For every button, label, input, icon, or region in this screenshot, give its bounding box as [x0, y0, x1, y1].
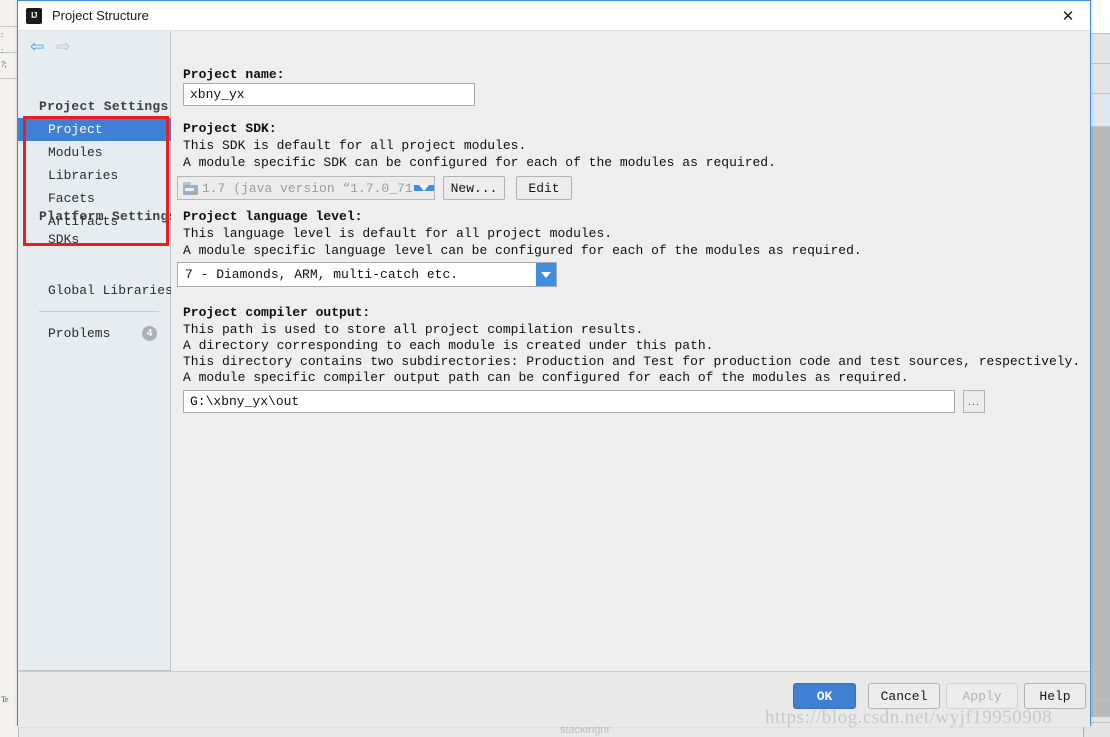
edit-sdk-button[interactable]: Edit [516, 176, 572, 200]
sidebar-item-global-libraries[interactable]: Global Libraries [18, 279, 173, 302]
arrow-right-icon[interactable]: ⇨ [56, 39, 70, 56]
jdk-icon [183, 181, 198, 195]
compiler-output-label: Project compiler output: [183, 305, 371, 320]
dialog-footer: OK Cancel Apply Help [18, 671, 1090, 727]
compiler-output-desc-3: This directory contains two subdirectori… [183, 354, 1081, 369]
sidebar-item-sdks[interactable]: SDKs [18, 228, 171, 251]
project-sdk-desc-2: A module specific SDK can be configured … [183, 155, 776, 170]
dialog-titlebar: Project Structure ✕ [18, 1, 1090, 31]
language-level-label: Project language level: [183, 209, 363, 224]
language-level-selected-value: 7 - Diamonds, ARM, multi-catch etc. [185, 267, 459, 282]
project-sdk-selected-value: 1.7 (java version “1.7.0_71”) [202, 180, 414, 196]
sidebar-item-libraries[interactable]: Libraries [18, 164, 171, 187]
compiler-output-desc-2: A directory corresponding to each module… [183, 338, 714, 353]
background-left-tab: : [1, 46, 3, 55]
sidebar-item-modules[interactable]: Modules [18, 141, 171, 164]
sidebar-item-problems[interactable]: Problems 4 [18, 322, 171, 345]
intellij-idea-icon [26, 7, 42, 24]
problems-count-badge: 4 [142, 326, 157, 341]
project-name-input[interactable] [183, 83, 475, 106]
chevron-down-icon[interactable] [536, 263, 556, 286]
sidebar-item-facets[interactable]: Facets [18, 187, 171, 210]
project-sdk-combobox[interactable]: 1.7 (java version “1.7.0_71”) [177, 176, 435, 200]
settings-sidebar: ⇦ ⇨ Project Settings Project Modules Lib… [18, 31, 176, 671]
navigation-arrows: ⇦ ⇨ [30, 39, 71, 56]
project-name-label: Project name: [183, 67, 285, 82]
sidebar-item-label: Problems [48, 326, 111, 341]
cancel-button[interactable]: Cancel [868, 683, 940, 709]
sidebar-group-platform-settings: Platform Settings [39, 209, 177, 224]
compiler-output-path-input[interactable] [183, 390, 955, 413]
background-left-divider [0, 78, 18, 79]
browse-compiler-output-button[interactable]: ... [963, 390, 985, 413]
project-sdk-desc-1: This SDK is default for all project modu… [183, 138, 527, 153]
close-icon[interactable]: ✕ [1046, 1, 1090, 30]
dialog-body: ⇦ ⇨ Project Settings Project Modules Lib… [18, 31, 1090, 671]
language-level-desc-2: A module specific language level can be … [183, 243, 862, 258]
help-button[interactable]: Help [1024, 683, 1086, 709]
project-sdk-label: Project SDK: [183, 121, 277, 136]
sidebar-group-project-settings: Project Settings [39, 99, 169, 114]
background-left-divider [0, 26, 18, 27]
arrow-left-icon[interactable]: ⇦ [30, 39, 44, 56]
background-left-tab: Te [1, 695, 8, 704]
background-left-tab: : [1, 30, 3, 39]
apply-button: Apply [946, 683, 1018, 709]
screen: : : 7; Te stackingrir Project Structure … [0, 0, 1110, 737]
project-settings-pane: Project name: Project SDK: This SDK is d… [171, 31, 1090, 671]
background-left-tab: 7; [1, 60, 7, 69]
ok-button[interactable]: OK [793, 683, 856, 709]
compiler-output-desc-1: This path is used to store all project c… [183, 322, 644, 337]
new-sdk-button[interactable]: New... [443, 176, 505, 200]
dialog-title: Project Structure [52, 8, 149, 23]
language-level-combobox[interactable]: 7 - Diamonds, ARM, multi-catch etc. [177, 262, 557, 287]
project-structure-dialog: Project Structure ✕ ⇦ ⇨ Project Settings… [17, 0, 1091, 727]
sidebar-divider [39, 311, 159, 312]
sidebar-item-project[interactable]: Project [18, 118, 171, 141]
compiler-output-desc-4: A module specific compiler output path c… [183, 370, 909, 385]
language-level-desc-1: This language level is default for all p… [183, 226, 613, 241]
chevron-down-icon[interactable] [414, 185, 434, 191]
